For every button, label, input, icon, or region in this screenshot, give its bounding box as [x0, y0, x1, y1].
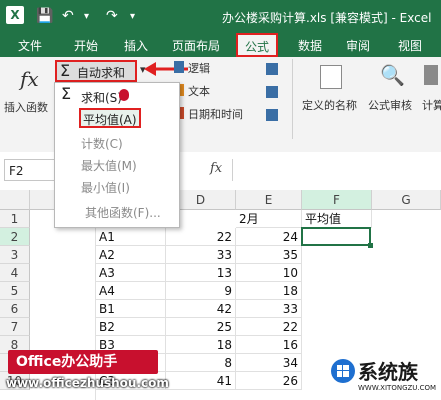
table-cell[interactable]: B2 — [96, 318, 166, 336]
magnifier-icon: 🔍 — [380, 63, 405, 87]
name-tag-icon — [320, 65, 342, 89]
undo-icon[interactable]: ↶ — [62, 8, 74, 24]
defined-names-button[interactable]: 定义的名称 — [300, 61, 362, 121]
menu-item-sum-label: 求和(S) — [81, 91, 122, 105]
ribbon-tab-bar: 文件 开始 插入 页面布局 公式 数据 审阅 视图 — [0, 33, 441, 57]
row-header[interactable]: 1 — [0, 210, 30, 228]
insert-function-button[interactable]: fx 插入函数 — [4, 61, 52, 117]
table-cell[interactable]: 33 — [236, 300, 302, 318]
table-cell[interactable]: 9 — [166, 282, 236, 300]
table-cell[interactable]: 10 — [236, 264, 302, 282]
logic-label: 逻辑 — [188, 62, 210, 75]
table-cell[interactable]: 8 — [166, 354, 236, 372]
header-cell-average[interactable]: 平均值 — [302, 210, 372, 228]
sigma-icon: Σ — [60, 61, 71, 80]
menu-item-sum[interactable]: Σ 求和(S) — [55, 84, 177, 107]
row-header[interactable]: 2 — [0, 228, 30, 246]
watermark-office-logo: Office办公助手 — [8, 350, 158, 374]
ribbon-separator — [292, 59, 293, 139]
title-bar: X 💾 ↶ ▾ ↷ ▾ 办公楼采购计算.xls [兼容模式] - Excel — [0, 0, 441, 33]
table-cell[interactable]: A3 — [96, 264, 166, 282]
autosum-label: 自动求和 — [77, 66, 126, 80]
table-cell[interactable]: A4 — [96, 282, 166, 300]
watermark-office-url: www.officezhushou.com — [6, 376, 169, 390]
menu-item-max[interactable]: 最大值(M) — [81, 157, 137, 174]
table-cell[interactable]: 33 — [166, 246, 236, 264]
header-cell-feb[interactable]: 2月 — [236, 210, 302, 228]
table-cell[interactable]: 22 — [236, 318, 302, 336]
table-cell[interactable]: 18 — [166, 336, 236, 354]
column-header-e[interactable]: E — [236, 190, 302, 210]
menu-item-min[interactable]: 最小值(I) — [81, 179, 130, 196]
column-header-g[interactable]: G — [372, 190, 441, 210]
selected-cell-f2[interactable] — [301, 227, 371, 246]
fx-icon: fx — [20, 67, 39, 91]
row-header[interactable]: 6 — [0, 300, 30, 318]
menu-item-more-functions[interactable]: 其他函数(F)... — [85, 204, 161, 221]
menu-item-count[interactable]: 计数(C) — [81, 135, 123, 152]
table-cell[interactable]: A2 — [96, 246, 166, 264]
formula-audit-label: 公式审核 — [368, 99, 412, 112]
row-header[interactable]: 5 — [0, 282, 30, 300]
windows-logo-icon — [331, 359, 355, 383]
watermark-xitongzu-logo: 系统族 WWW.XITONGZU.COM — [330, 354, 440, 398]
save-icon[interactable]: 💾 — [36, 8, 53, 24]
table-cell[interactable]: B1 — [96, 300, 166, 318]
redo-icon[interactable]: ↷ — [106, 8, 118, 24]
tab-page-layout[interactable]: 页面布局 — [172, 37, 220, 54]
formula-audit-button[interactable]: 🔍 公式审核 — [364, 61, 418, 121]
logic-icon — [174, 61, 184, 73]
tab-data[interactable]: 数据 — [298, 37, 322, 54]
autosum-dropdown-menu: Σ 求和(S) 平均值(A) 计数(C) 最大值(M) 最小值(I) 其他函数(… — [54, 82, 180, 228]
insert-function-label: 插入函数 — [4, 101, 48, 114]
tab-insert[interactable]: 插入 — [124, 37, 148, 54]
formula-input[interactable] — [232, 159, 438, 181]
customize-toolbar-icon[interactable]: ▾ — [130, 11, 135, 22]
tab-formulas[interactable]: 公式 — [236, 33, 278, 57]
select-all-corner[interactable] — [0, 190, 30, 210]
row-header[interactable]: 4 — [0, 264, 30, 282]
row-header[interactable]: 3 — [0, 246, 30, 264]
datetime-label: 日期和时间 — [188, 108, 243, 121]
table-cell[interactable]: 18 — [236, 282, 302, 300]
cursor-icon — [119, 89, 129, 101]
tab-view[interactable]: 视图 — [398, 37, 422, 54]
table-cell[interactable]: 42 — [166, 300, 236, 318]
more-functions-icon[interactable] — [266, 109, 278, 121]
fx-icon[interactable]: fx — [210, 161, 222, 176]
menu-item-average-label: 平均值(A) — [83, 113, 137, 127]
menu-item-average[interactable]: 平均值(A) — [79, 108, 141, 128]
chevron-down-icon[interactable]: ▾ — [84, 11, 89, 22]
table-cell[interactable]: 22 — [166, 228, 236, 246]
table-cell[interactable]: 13 — [166, 264, 236, 282]
autosum-button[interactable]: Σ 自动求和 — [55, 60, 137, 82]
table-cell[interactable]: 35 — [236, 246, 302, 264]
table-cell[interactable]: 24 — [236, 228, 302, 246]
table-cell[interactable]: 41 — [166, 372, 236, 390]
defined-names-label: 定义的名称 — [302, 99, 357, 112]
sigma-icon: Σ — [61, 84, 72, 103]
window-title: 办公楼采购计算.xls [兼容模式] - Excel — [222, 11, 432, 25]
table-cell[interactable]: 25 — [166, 318, 236, 336]
table-cell[interactable]: A1 — [96, 228, 166, 246]
math-icon[interactable] — [266, 86, 278, 98]
tab-home[interactable]: 开始 — [74, 37, 98, 54]
tab-file[interactable]: 文件 — [18, 37, 42, 54]
excel-logo-icon: X — [6, 6, 24, 24]
watermark-brand-text: 系统族 — [358, 360, 418, 384]
watermark-brand-url: WWW.XITONGZU.COM — [358, 384, 437, 392]
tab-review[interactable]: 审阅 — [346, 37, 370, 54]
calculation-button[interactable]: 计算 — [420, 61, 441, 121]
table-cell[interactable]: 16 — [236, 336, 302, 354]
column-header-f[interactable]: F — [302, 190, 372, 210]
calc-label: 计算 — [422, 99, 441, 112]
table-cell[interactable]: 34 — [236, 354, 302, 372]
table-cell[interactable]: 26 — [236, 372, 302, 390]
row-header[interactable]: 7 — [0, 318, 30, 336]
calculator-icon — [424, 65, 438, 85]
text-label: 文本 — [188, 85, 210, 98]
lookup-icon[interactable] — [266, 63, 278, 75]
